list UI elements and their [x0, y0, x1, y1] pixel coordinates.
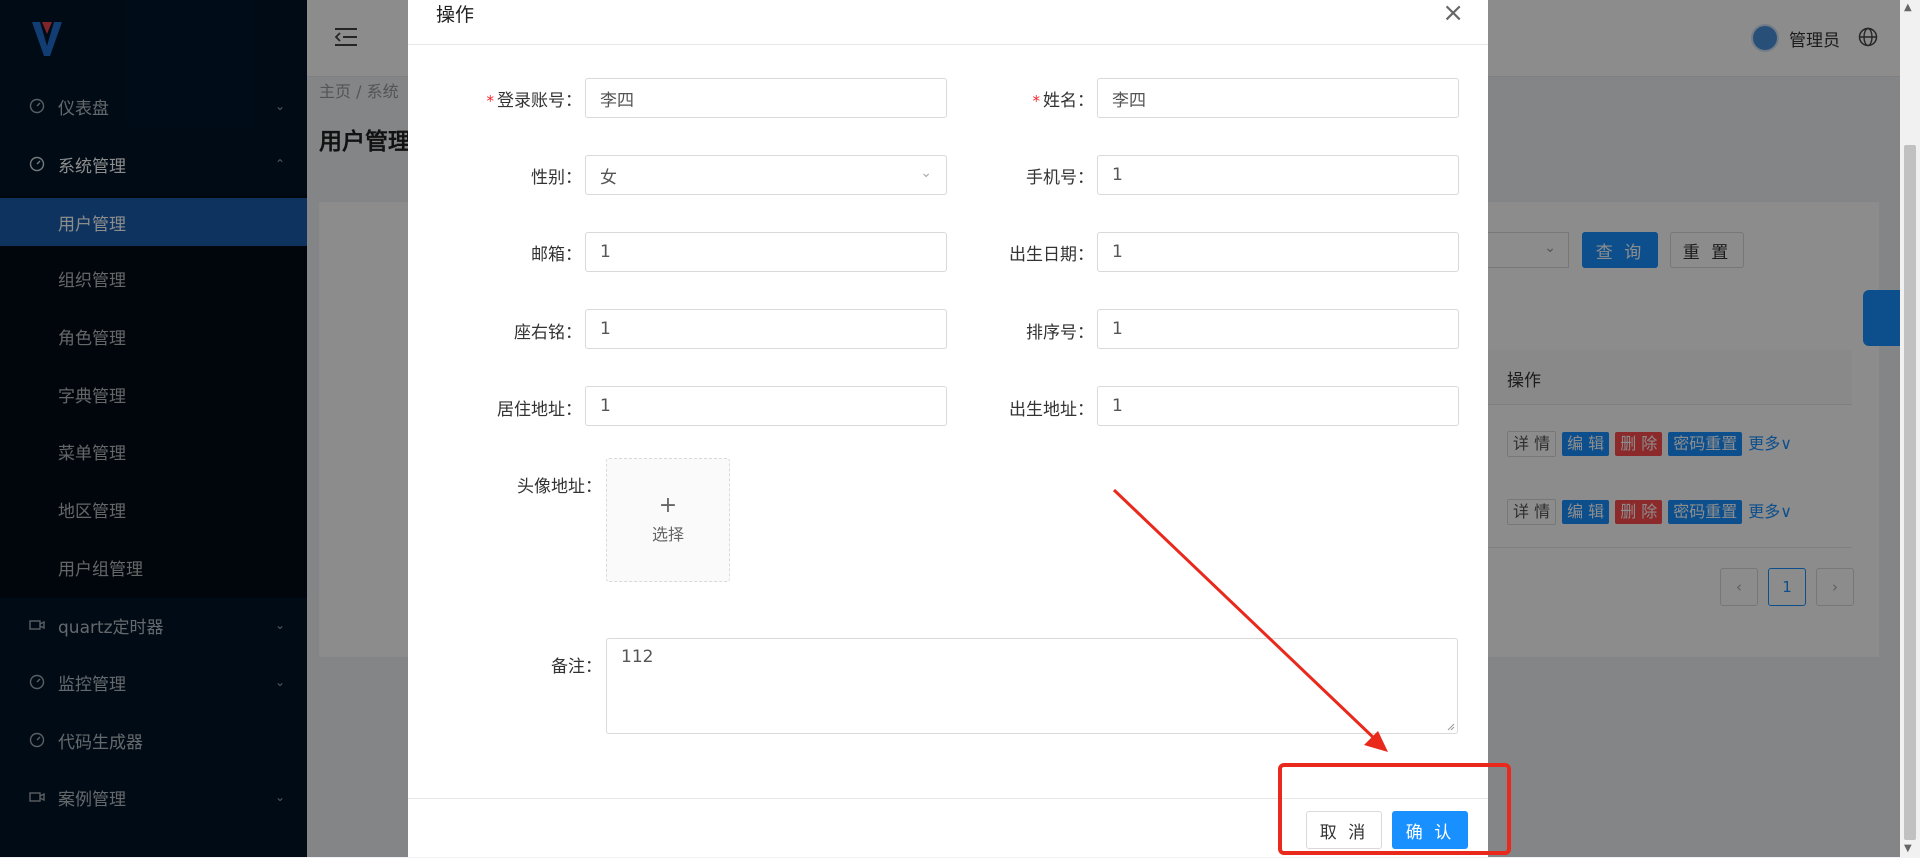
remark-textarea[interactable]: 112	[606, 638, 1458, 734]
residence-input[interactable]: 1	[585, 386, 947, 426]
close-icon[interactable]: ×	[1442, 0, 1464, 26]
scrollbar[interactable]: ▲ ▼	[1900, 0, 1920, 857]
email-label: 邮箱：	[531, 245, 582, 265]
modal-title: 操作	[436, 4, 475, 26]
motto-label: 座右铭：	[514, 323, 582, 343]
birth-date-label: 出生日期：	[1009, 245, 1094, 265]
confirm-button[interactable]: 确 认	[1392, 811, 1468, 849]
name-label: * 姓名：	[1032, 91, 1095, 111]
birth-date-input[interactable]: 1	[1097, 232, 1459, 272]
resize-grip-icon[interactable]	[1445, 721, 1455, 731]
scroll-up-icon[interactable]: ▲	[1904, 2, 1912, 13]
plus-icon: +	[658, 493, 678, 518]
email-input[interactable]: 1	[585, 232, 947, 272]
required-mark: *	[486, 92, 495, 110]
sort-no-label: 排序号：	[1026, 323, 1094, 343]
required-mark: *	[1032, 92, 1041, 110]
sort-no-input[interactable]: 1	[1097, 309, 1459, 349]
avatar-label: 头像地址：	[517, 477, 602, 497]
residence-label: 居住地址：	[497, 400, 582, 420]
gender-label: 性别：	[531, 168, 582, 188]
upload-label: 选择	[651, 525, 684, 544]
avatar-upload[interactable]: + 选择	[606, 458, 730, 582]
birthplace-label: 出生地址：	[1009, 400, 1094, 420]
chevron-down-icon: ⌄	[920, 165, 932, 181]
motto-input[interactable]: 1	[585, 309, 947, 349]
modal-footer: 取 消 确 认	[408, 798, 1488, 858]
login-account-label: * 登录账号：	[486, 91, 583, 111]
edit-user-modal: 操作 × * 登录账号： 李四 * 姓名： 李四 性别： 女 ⌄ 手机号： 1 邮箱…	[408, 0, 1488, 857]
modal-header: 操作 ×	[408, 0, 1488, 45]
birthplace-input[interactable]: 1	[1097, 386, 1459, 426]
login-account-input[interactable]: 李四	[585, 78, 947, 118]
scroll-thumb[interactable]	[1904, 145, 1916, 840]
scroll-down-icon[interactable]: ▼	[1904, 843, 1912, 854]
gender-select[interactable]: 女 ⌄	[585, 155, 947, 195]
remark-label: 备注：	[551, 657, 602, 677]
phone-label: 手机号：	[1026, 168, 1094, 188]
name-input[interactable]: 李四	[1097, 78, 1459, 118]
phone-input[interactable]: 1	[1097, 155, 1459, 195]
cancel-button[interactable]: 取 消	[1306, 811, 1382, 849]
